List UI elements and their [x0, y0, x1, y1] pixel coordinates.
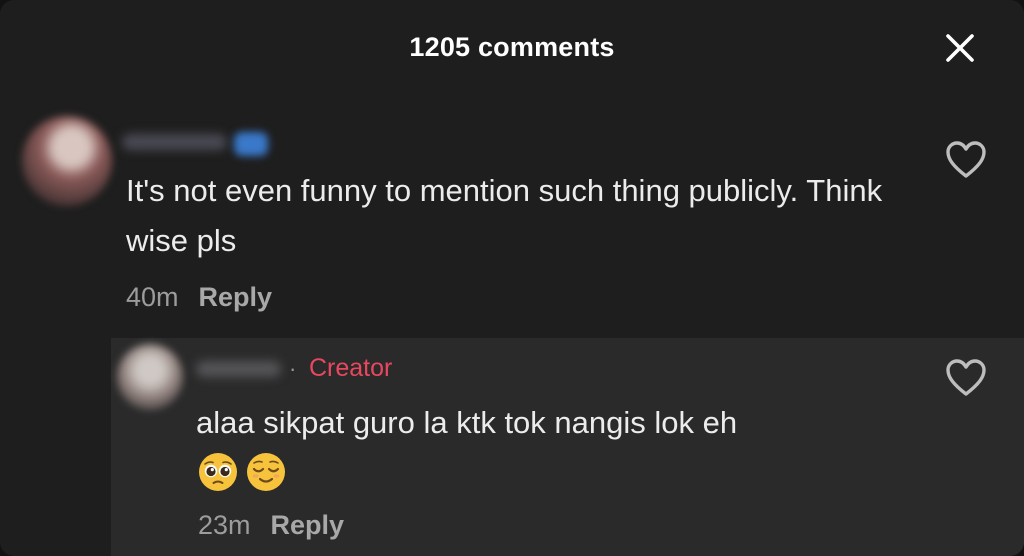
reply-button[interactable]: Reply	[199, 282, 273, 313]
comment-meta: 40m Reply	[126, 282, 272, 313]
like-button[interactable]	[942, 138, 990, 182]
reply-button[interactable]: Reply	[271, 510, 345, 541]
close-icon	[946, 34, 974, 62]
comment-timestamp: 40m	[126, 282, 179, 312]
reply-meta: 23m Reply	[198, 510, 344, 541]
avatar[interactable]	[117, 344, 183, 410]
reply-timestamp: 23m	[198, 510, 251, 540]
creator-badge: Creator	[309, 354, 393, 382]
heart-outline-icon	[946, 141, 986, 178]
comments-count-title: 1205 comments	[409, 32, 615, 62]
close-button[interactable]	[938, 26, 982, 70]
verified-badge-icon	[234, 132, 268, 156]
relieved-face-emoji-icon	[247, 453, 285, 491]
pleading-face-emoji-icon	[199, 453, 237, 491]
reply-text: alaa sikpat guro la ktk tok nangis lok e…	[196, 405, 738, 440]
comments-panel: 1205 comments It's not even funny to men…	[0, 0, 1024, 556]
username-blurred[interactable]	[196, 361, 281, 377]
username-blurred[interactable]	[122, 134, 227, 150]
like-button[interactable]	[942, 356, 990, 400]
emoji-row	[198, 452, 286, 492]
avatar[interactable]	[22, 116, 112, 206]
heart-outline-icon	[946, 359, 986, 396]
separator-dot: ·	[289, 356, 297, 381]
comment-text: It's not even funny to mention such thin…	[126, 173, 883, 258]
